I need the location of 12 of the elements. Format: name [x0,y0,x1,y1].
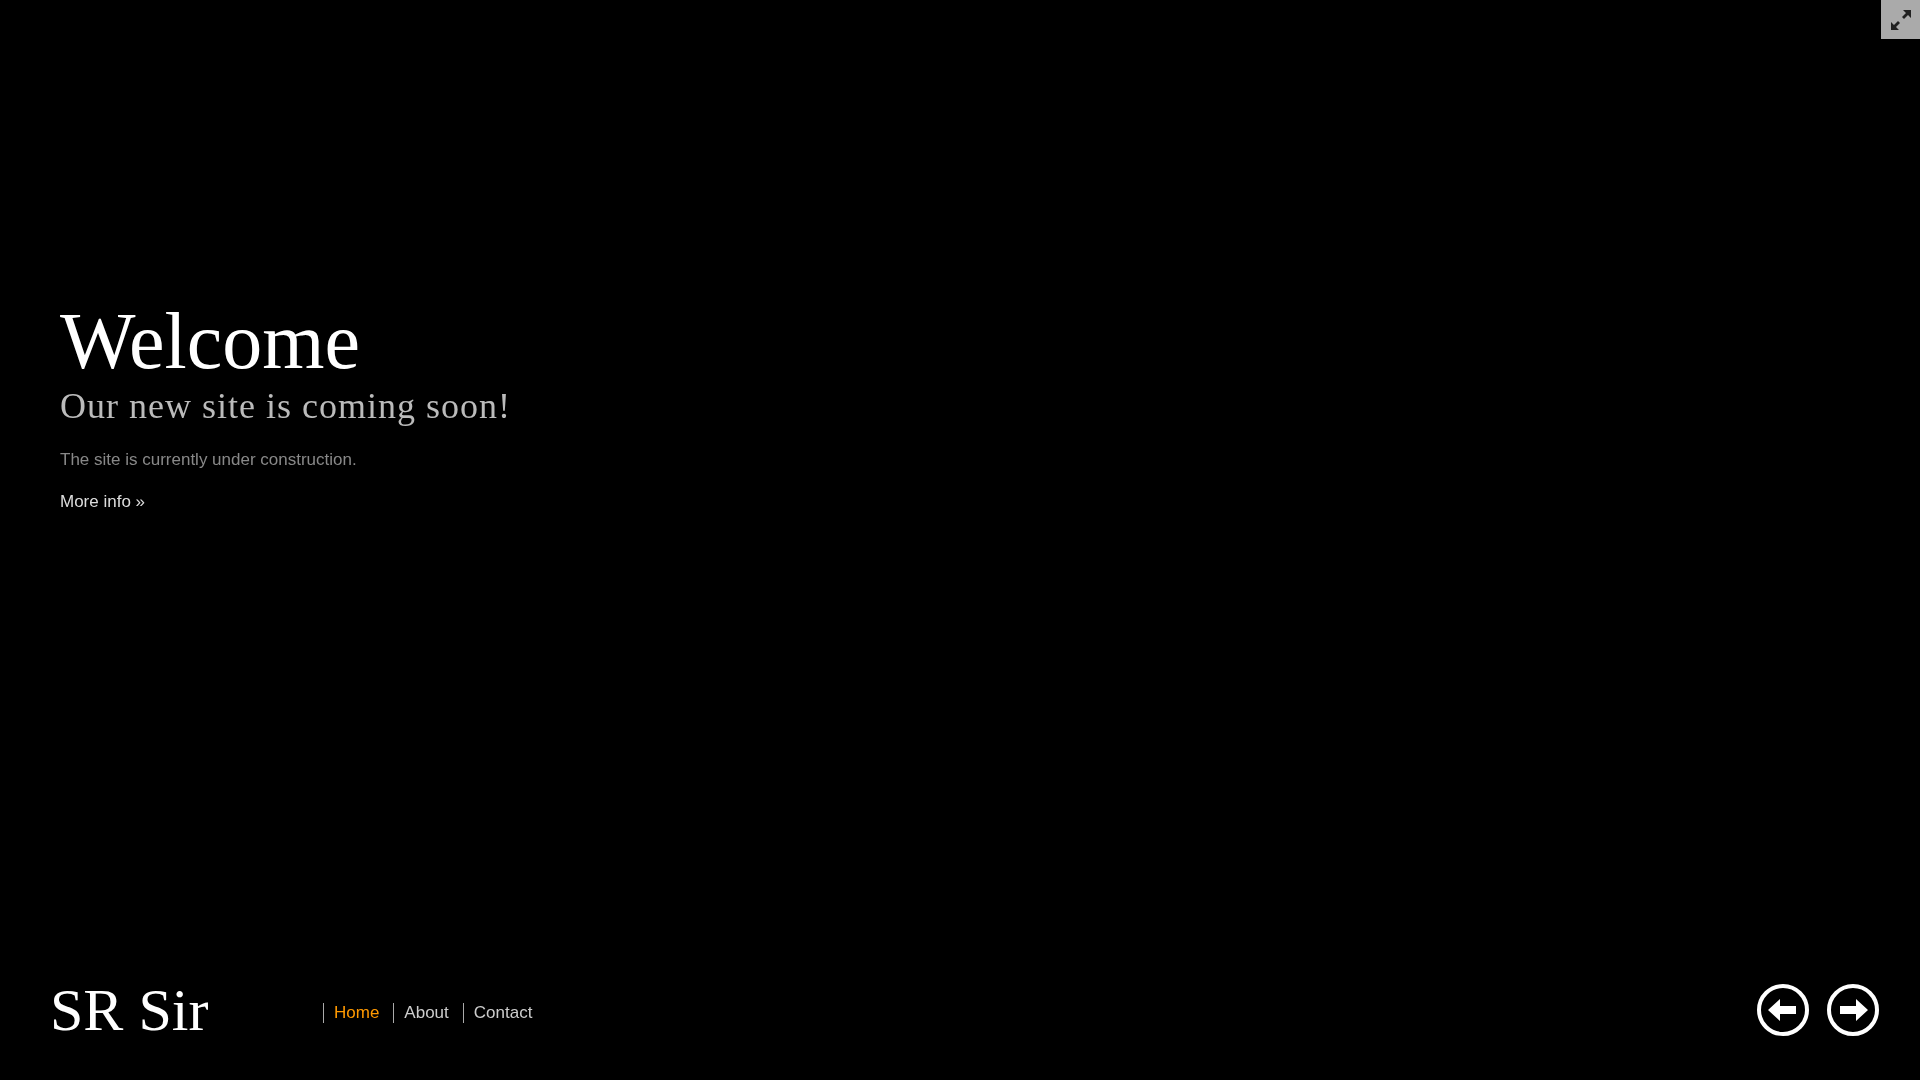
welcome-heading: Welcome [60,298,361,384]
previous-button[interactable] [1756,983,1810,1037]
construction-text: The site is currently under construction. [60,450,357,470]
more-info-link[interactable]: More info » [60,492,146,512]
fullscreen-button[interactable] [1881,0,1920,39]
nav-link[interactable]: Contact [473,1003,533,1023]
subtitle: Our new site is coming soon! [60,385,511,428]
nav-link[interactable]: Home [334,1003,380,1023]
site-logo: SR Sir [50,975,210,1045]
expand-icon [1888,7,1913,32]
nav-link[interactable]: About [404,1003,449,1023]
next-button[interactable] [1826,983,1880,1037]
